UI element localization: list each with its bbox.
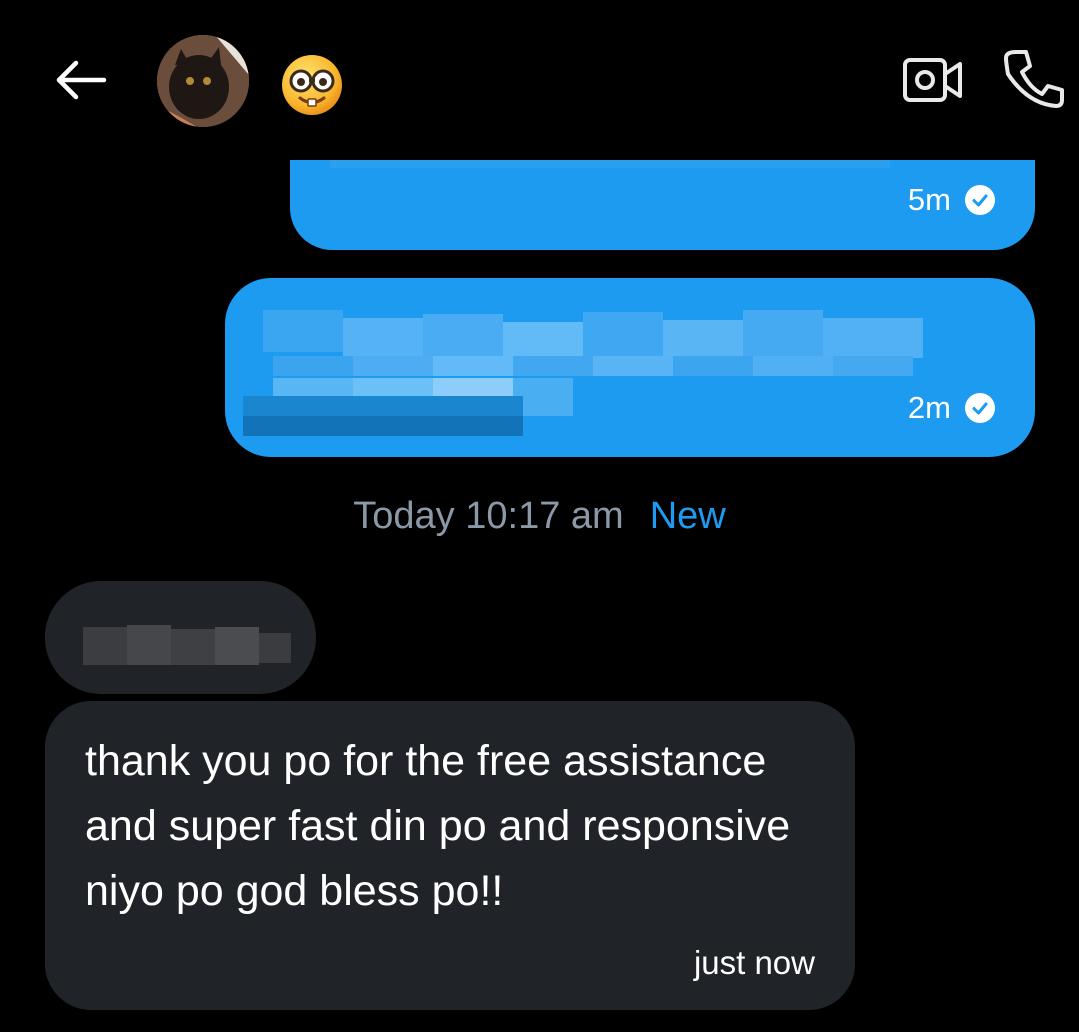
message-bubble-incoming[interactable]: thank you po for the free assistance and… xyxy=(45,701,855,1010)
cat-avatar-image xyxy=(157,35,249,127)
separator-timestamp: Today 10:17 am xyxy=(353,495,624,537)
message-meta: 2m xyxy=(908,390,995,426)
redacted-text xyxy=(243,310,923,436)
check-circle-icon xyxy=(965,185,995,215)
message-time: just now xyxy=(693,944,815,981)
video-call-button[interactable] xyxy=(900,52,966,108)
nerd-face-emoji-icon xyxy=(280,53,344,117)
message-text: thank you po for the free assistance and… xyxy=(85,737,791,915)
back-button[interactable] xyxy=(50,50,110,110)
avatar[interactable] xyxy=(157,35,249,127)
new-messages-separator: Today 10:17 am New xyxy=(0,495,1079,538)
new-label: New xyxy=(649,495,726,537)
arrow-left-icon xyxy=(56,60,107,100)
message-bubble-outgoing[interactable]: 5m xyxy=(290,160,1035,250)
phone-call-icon xyxy=(1004,50,1064,108)
message-time: 2m xyxy=(907,390,951,425)
redacted-text xyxy=(83,625,291,665)
video-call-icon xyxy=(903,58,962,102)
redacted-text xyxy=(330,160,890,168)
message-bubble-outgoing[interactable]: 2m xyxy=(225,278,1035,457)
message-meta: 5m xyxy=(908,182,995,218)
check-circle-icon xyxy=(965,393,995,423)
message-time: 5m xyxy=(907,182,951,217)
message-bubble-incoming[interactable] xyxy=(45,581,316,694)
phone-call-button[interactable] xyxy=(998,44,1068,114)
